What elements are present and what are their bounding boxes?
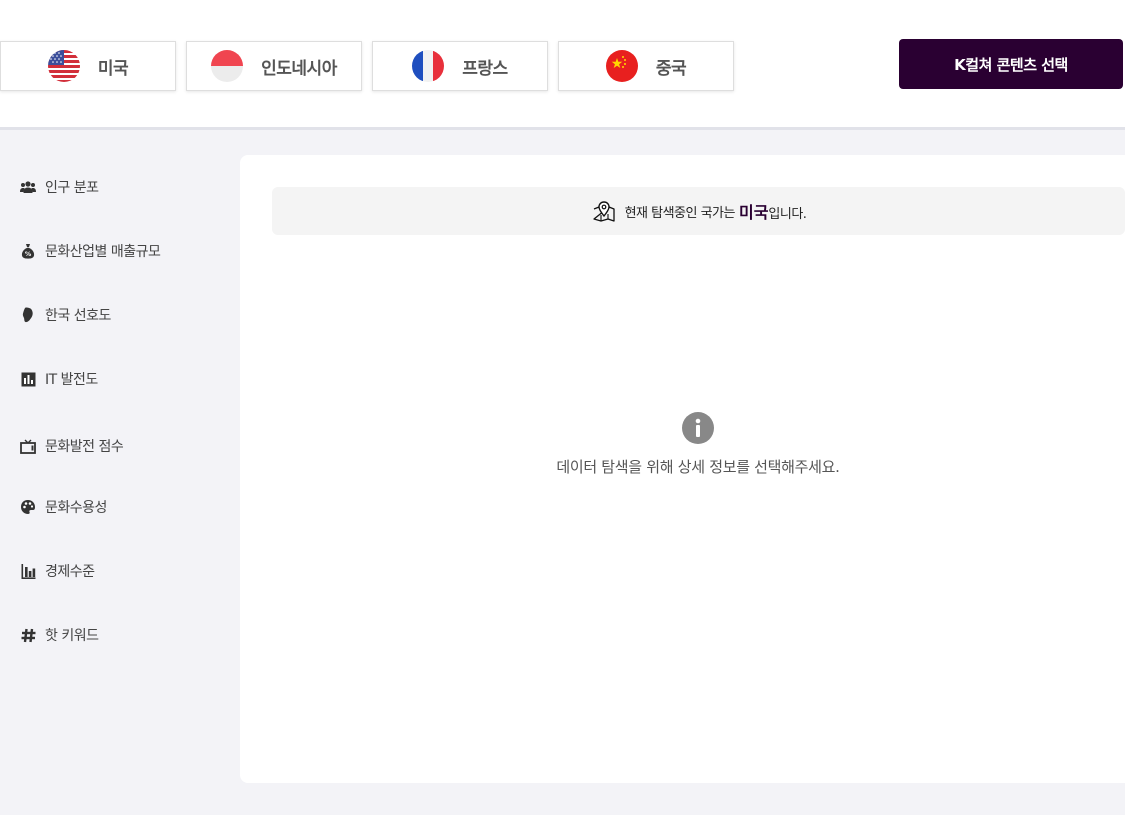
hashtag-icon xyxy=(20,627,36,643)
us-flag-icon xyxy=(47,50,80,82)
people-icon xyxy=(20,179,36,195)
sidebar-item-label: 인구 분포 xyxy=(45,180,99,196)
current-country-name: 미국 xyxy=(738,203,769,222)
sidebar: 인구 분포 % 문화산업별 매출규모 한국 선호도 IT 발전도 문화발전 점수… xyxy=(0,133,240,815)
sidebar-item-hot-keyword[interactable]: 핫 키워드 xyxy=(20,623,99,647)
sidebar-item-label: 문화발전 점수 xyxy=(45,439,124,455)
empty-state-message: 데이터 탐색을 위해 상세 정보를 선택해주세요. xyxy=(556,458,840,476)
sidebar-item-economic-level[interactable]: 경제수준 xyxy=(20,559,95,583)
country-tab-france[interactable]: 프랑스 xyxy=(372,41,548,91)
sidebar-item-culture-development-score[interactable]: 문화발전 점수 xyxy=(20,434,124,458)
info-icon xyxy=(682,412,714,444)
map-pin-icon xyxy=(591,200,617,222)
banner-suffix: 입니다. xyxy=(768,207,807,222)
sidebar-item-population[interactable]: 인구 분포 xyxy=(20,175,99,199)
tv-icon xyxy=(20,438,36,454)
sidebar-item-label: 경제수준 xyxy=(45,564,95,580)
palette-icon xyxy=(20,499,36,515)
current-country-banner: 현재 탐색중인 국가는 미국 입니다. xyxy=(272,187,1125,235)
sidebar-item-label: 한국 선호도 xyxy=(45,308,111,324)
sidebar-item-label: 핫 키워드 xyxy=(45,628,99,644)
country-label: 중국 xyxy=(655,58,687,79)
it-chart-icon xyxy=(20,371,36,387)
sidebar-item-label: 문화산업별 매출규모 xyxy=(45,244,161,260)
bar-chart-icon xyxy=(20,563,36,579)
sidebar-item-label: IT 발전도 xyxy=(45,372,98,388)
country-tab-china[interactable]: 중국 xyxy=(558,41,734,91)
country-tab-usa[interactable]: 미국 xyxy=(0,41,176,91)
sidebar-item-it-development[interactable]: IT 발전도 xyxy=(20,367,98,391)
country-label: 프랑스 xyxy=(462,58,508,79)
banner-prefix: 현재 탐색중인 국가는 xyxy=(624,205,736,221)
kculture-content-select-button[interactable]: K컬쳐 콘텐츠 선택 xyxy=(899,39,1123,89)
korea-map-icon xyxy=(20,307,36,323)
country-label: 인도네시아 xyxy=(261,58,337,79)
indonesia-flag-icon xyxy=(211,50,244,82)
empty-state: 데이터 탐색을 위해 상세 정보를 선택해주세요. xyxy=(240,412,1125,477)
country-selector-bar: 미국 인도네시아 프랑스 중국 K컬쳐 콘텐츠 선택 xyxy=(0,0,1125,130)
france-flag-icon xyxy=(412,50,445,82)
sidebar-item-korea-preference[interactable]: 한국 선호도 xyxy=(20,303,111,327)
sidebar-item-culture-industry-sales[interactable]: % 문화산업별 매출규모 xyxy=(20,239,161,263)
country-tab-indonesia[interactable]: 인도네시아 xyxy=(186,41,362,91)
main-content-panel: 현재 탐색중인 국가는 미국 입니다. 데이터 탐색을 위해 상세 정보를 선택… xyxy=(240,155,1125,783)
svg-text:%: % xyxy=(25,250,32,258)
sidebar-item-culture-acceptance[interactable]: 문화수용성 xyxy=(20,495,107,519)
country-label: 미국 xyxy=(97,58,129,79)
china-flag-icon xyxy=(605,50,638,82)
sidebar-item-label: 문화수용성 xyxy=(45,500,107,516)
money-bag-icon: % xyxy=(20,243,36,259)
